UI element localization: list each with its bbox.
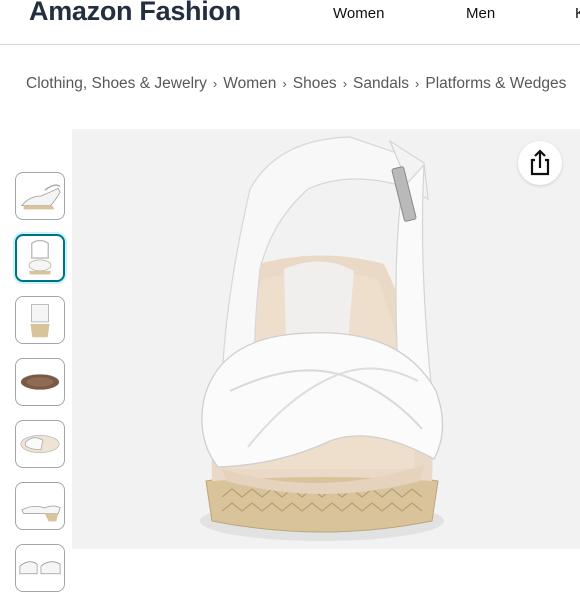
- shoe-thumbnail-image: [19, 561, 61, 575]
- shoe-thumbnail-image: [20, 434, 60, 454]
- nav-item-women[interactable]: Women: [333, 5, 384, 22]
- breadcrumb-separator: ›: [342, 76, 348, 91]
- thumbnail-front-view[interactable]: [15, 234, 65, 282]
- nav-item-kids[interactable]: K: [575, 5, 580, 22]
- shoe-thumbnail-image: [30, 304, 50, 338]
- breadcrumb-link[interactable]: Women: [223, 75, 276, 92]
- thumbnail-side-view-2[interactable]: [15, 482, 65, 530]
- thumbnail-pair-view[interactable]: [15, 544, 65, 592]
- breadcrumb-link[interactable]: Sandals: [353, 75, 409, 92]
- thumbnail-back-view[interactable]: [15, 296, 65, 344]
- shoe-thumbnail-image: [20, 184, 61, 210]
- breadcrumb-separator: ›: [415, 76, 420, 91]
- thumbnail-top-view[interactable]: [15, 420, 65, 468]
- breadcrumb: Clothing, Shoes & Jewelry › Women › Shoes › Sa…: [26, 75, 566, 93]
- sandal-image: [200, 136, 444, 541]
- breadcrumb-link[interactable]: Platforms & Wedges: [425, 75, 566, 92]
- product-main-image[interactable]: [72, 129, 580, 549]
- shoe-thumbnail-image: [21, 505, 61, 522]
- shoe-thumbnail-image: [28, 239, 52, 275]
- thumbnail-side-view[interactable]: [15, 172, 65, 220]
- breadcrumb-separator: ›: [212, 76, 218, 91]
- nav-item-men[interactable]: Men: [466, 5, 495, 22]
- share-icon: [530, 149, 550, 176]
- breadcrumb-separator: ›: [282, 76, 287, 91]
- breadcrumb-link[interactable]: Clothing, Shoes & Jewelry: [26, 75, 207, 92]
- breadcrumb-link[interactable]: Shoes: [293, 75, 337, 92]
- shoe-thumbnail-image: [20, 374, 60, 390]
- brand-logo[interactable]: Amazon Fashion: [29, 0, 241, 27]
- share-button[interactable]: [518, 141, 562, 185]
- top-nav-bar: Amazon Fashion Women Men K: [0, 0, 580, 45]
- thumbnail-sole-view[interactable]: [15, 358, 65, 406]
